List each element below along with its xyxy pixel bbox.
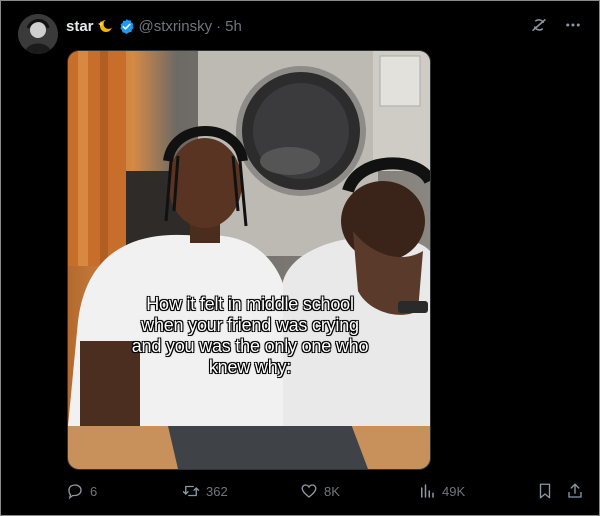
sparkle-moon-emoji-icon (97, 18, 114, 34)
post-top-actions (530, 16, 582, 39)
repost-button[interactable]: 362 (182, 480, 228, 502)
views-button[interactable]: 49K (418, 480, 465, 502)
heart-icon (300, 482, 318, 500)
verified-badge-icon[interactable] (118, 18, 135, 35)
timestamp[interactable]: 5h (225, 18, 242, 35)
views-chart-icon (418, 482, 436, 500)
like-count: 8K (324, 483, 340, 499)
share-icon (566, 482, 584, 500)
video-frame-illustration (68, 51, 430, 469)
post-actions-bar: 6 362 8K 49K (66, 480, 586, 502)
more-icon[interactable] (564, 16, 582, 39)
views-count: 49K (442, 483, 466, 499)
grok-icon[interactable] (530, 16, 548, 39)
reply-button[interactable]: 6 (66, 480, 97, 502)
post-header: star @stxrinsky · 5h (66, 16, 242, 36)
display-name[interactable]: star (66, 18, 94, 35)
handle[interactable]: @stxrinsky (139, 18, 213, 35)
reply-count: 6 (90, 483, 98, 499)
post-media-video[interactable] (67, 50, 431, 470)
video-caption: How it felt in middle school when your f… (131, 294, 369, 377)
bookmark-icon (536, 482, 554, 500)
separator: · (216, 17, 222, 35)
reply-icon (66, 482, 84, 500)
repost-icon (182, 482, 200, 500)
repost-count: 362 (206, 483, 228, 499)
share-button[interactable] (566, 480, 584, 502)
like-button[interactable]: 8K (300, 480, 340, 502)
bookmark-button[interactable] (536, 480, 554, 502)
avatar[interactable] (18, 14, 58, 54)
